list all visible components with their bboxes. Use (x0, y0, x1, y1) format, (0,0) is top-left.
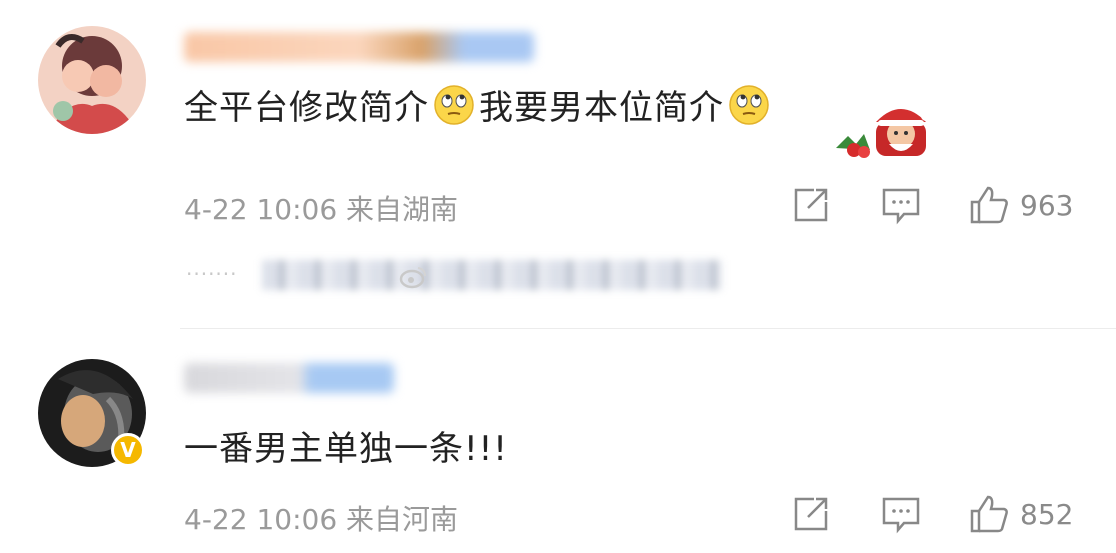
comment-item: 全平台修改简介 我要男本位简介 4-22 10:06 来自湖南 963 ····… (0, 0, 1116, 330)
thumbs-up-icon[interactable] (968, 493, 1010, 535)
comment-text-part2: 我要男本位简介 (479, 88, 724, 128)
comment-time: 4-22 10:06 (184, 503, 338, 536)
avatar[interactable] (38, 26, 146, 134)
eye-roll-emoji-icon (728, 84, 770, 126)
comment-meta: 4-22 10:06 来自湖南 (184, 188, 458, 228)
comment-location: 来自河南 (346, 503, 459, 536)
like-count: 852 (1020, 497, 1074, 531)
comment-location: 来自湖南 (346, 193, 459, 226)
comment-text: 全平台修改简介 我要男本位简介 (184, 80, 774, 129)
like-count: 963 (1020, 188, 1074, 222)
thumbs-up-icon[interactable] (968, 184, 1010, 226)
eye-roll-emoji-icon (433, 84, 475, 126)
divider (180, 328, 1116, 329)
comment-text-part1: 全平台修改简介 (184, 88, 429, 128)
comment-icon[interactable] (880, 184, 922, 226)
christmas-sticker-icon (834, 100, 934, 160)
share-icon[interactable] (790, 493, 832, 535)
comment-icon[interactable] (880, 493, 922, 535)
ellipsis-icon: ······· (186, 262, 238, 286)
comment-actions: 852 (790, 493, 1073, 535)
comment-text-content: 一番男主单独一条!!! (184, 429, 508, 469)
blurred-reply-text (262, 260, 722, 290)
username-blurred[interactable] (184, 363, 394, 393)
share-icon[interactable] (790, 184, 832, 226)
comment-time: 4-22 10:06 (184, 193, 338, 226)
username-blurred[interactable] (184, 32, 534, 62)
weibo-logo-icon (398, 262, 428, 292)
comment-text: 一番男主单独一条!!! (184, 421, 508, 470)
comment-meta: 4-22 10:06 来自河南 (184, 498, 458, 538)
comment-actions: 963 (790, 184, 1073, 226)
comment-item: V 一番男主单独一条!!! 4-22 10:06 来自河南 852 (0, 331, 1116, 553)
sub-reply-blurred[interactable]: ······· (186, 256, 726, 296)
verified-badge-icon: V (111, 433, 145, 467)
